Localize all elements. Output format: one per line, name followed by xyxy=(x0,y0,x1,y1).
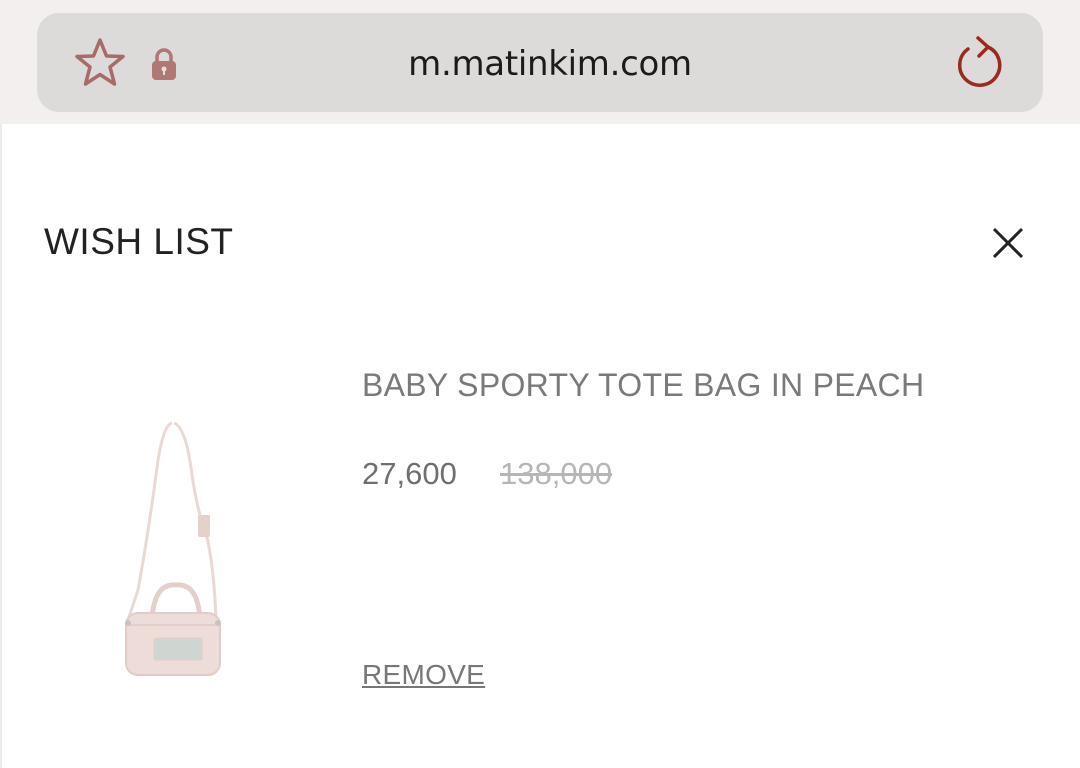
reload-icon[interactable] xyxy=(954,35,1006,91)
product-name[interactable]: BABY SPORTY TOTE BAG IN PEACH xyxy=(362,367,924,403)
product-image[interactable] xyxy=(110,415,240,690)
page-title: WISH LIST xyxy=(44,221,234,262)
url-text[interactable]: m.matinkim.com xyxy=(300,40,800,88)
close-icon[interactable] xyxy=(988,223,1028,263)
browser-toolbar: m.matinkim.com xyxy=(0,0,1080,124)
product-price: 27,600 xyxy=(362,456,457,491)
lock-icon xyxy=(152,48,176,80)
star-icon[interactable] xyxy=(72,36,128,90)
product-original-price: 138,000 xyxy=(500,456,613,491)
remove-button[interactable]: REMOVE xyxy=(362,658,485,692)
